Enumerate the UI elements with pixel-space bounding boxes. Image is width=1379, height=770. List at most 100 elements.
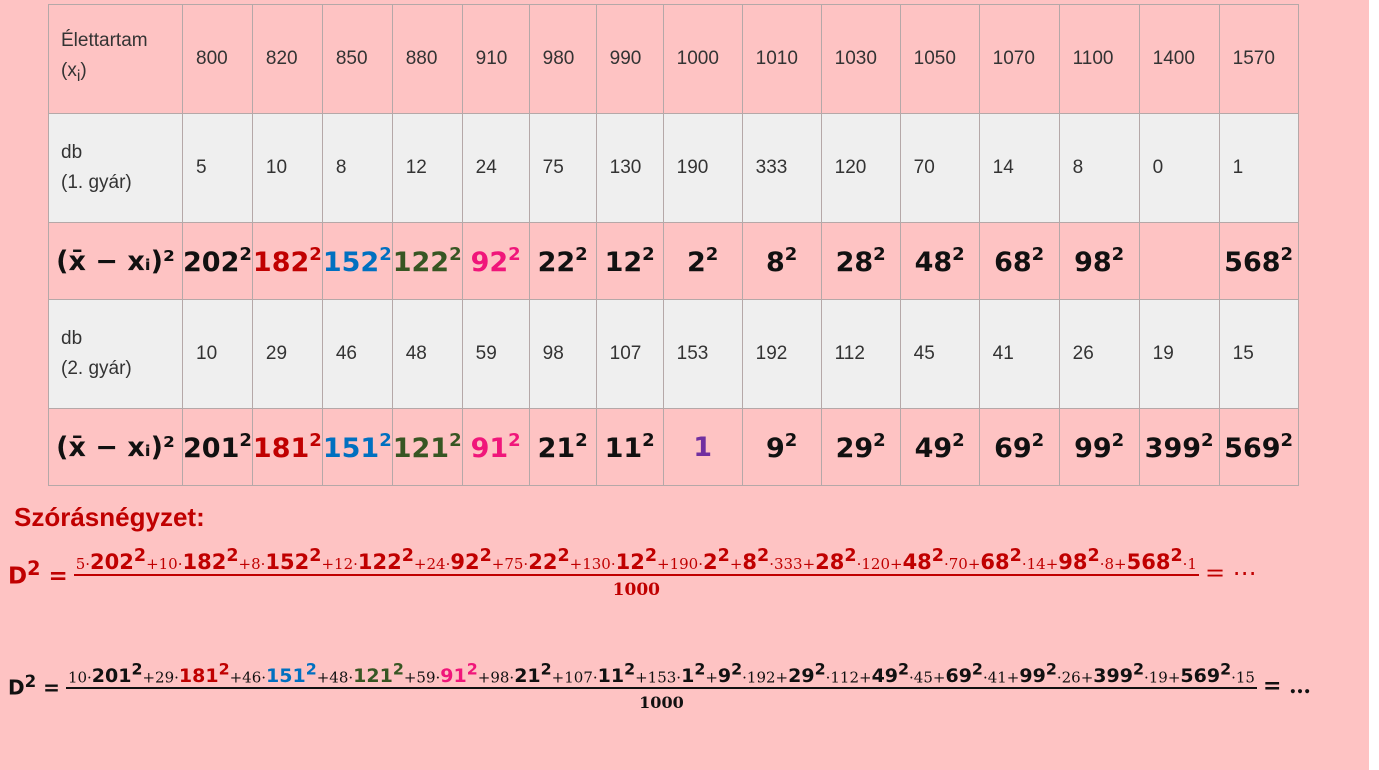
sq1_bases-base: 12 <box>604 247 643 278</box>
sq2_bases-cell: 92 <box>741 408 822 486</box>
sq1_bases-exp: 2 <box>952 244 965 265</box>
sq1_bases-exp: 2 <box>705 244 719 265</box>
db2_values-cell: 45 <box>899 299 980 409</box>
db1-label: db (1. gyár) <box>48 113 183 223</box>
sq1_bases-cell: 482 <box>899 222 980 300</box>
sq1_bases-cell: 222 <box>528 222 597 300</box>
sq1_bases-cell: 922 <box>461 222 530 300</box>
sq2_bases-base: 91 <box>470 433 509 464</box>
sq2-label: (x̄ − xᵢ)² <box>48 408 183 486</box>
sq1_bases-base: 8 <box>765 247 785 278</box>
db2_values-cell: 15 <box>1218 299 1299 409</box>
right-margin <box>1369 0 1379 770</box>
db1_values-cell: 130 <box>595 113 664 223</box>
sq1_bases-exp: 2 <box>1031 244 1045 265</box>
db1-row: db (1. gyár) 5 10 8 12 24 75 130 190 333 120 70 14 8… <box>48 113 1299 223</box>
x_values-cell: 880 <box>391 4 463 114</box>
sq1_bases-exp: 2 <box>508 244 521 265</box>
db2_values-cell: 59 <box>461 299 530 409</box>
sq1_bases-cell: 22 <box>662 222 743 300</box>
sq1_bases-exp: 2 <box>239 244 252 265</box>
sq2_bases-exp: 2 <box>952 430 965 451</box>
sq1_bases-cell: 682 <box>978 222 1060 300</box>
db2_values-cell: 153 <box>662 299 743 409</box>
sq2_bases-cell: 292 <box>820 408 901 486</box>
close-paren: ) <box>80 60 87 82</box>
sq1_bases-cell: 82 <box>741 222 822 300</box>
header-row: Élettartam (xi) 800 820 850 880 910 980 990 100… <box>48 4 1299 114</box>
variance-formula-2: D2 = 10·2012+29·1812+46·1512+48·1212+59·… <box>8 660 1311 712</box>
eq2-fraction: 10·2012+29·1812+46·1512+48·1212+59·912+9… <box>65 660 1257 712</box>
sq2_bases-cell: 492 <box>899 408 980 486</box>
eq2-rhs: = … <box>1262 673 1312 700</box>
x_values-cell: 820 <box>251 4 323 114</box>
db2_values-cell: 10 <box>182 299 253 409</box>
x_values-cell: 1030 <box>820 4 901 114</box>
sq2_bases-base: 569 <box>1224 433 1281 464</box>
sq1_bases-cell: 1522 <box>321 222 393 300</box>
sq2_bases-cell: 5692 <box>1218 408 1299 486</box>
sq2_bases-base: 69 <box>994 433 1032 464</box>
db1-label-line2: (1. gyár) <box>61 172 132 193</box>
sq2_bases-cell: 692 <box>978 408 1060 486</box>
db2_values-cell: 41 <box>978 299 1060 409</box>
sq2_bases-cell: 112 <box>595 408 664 486</box>
db2_values-cell: 26 <box>1058 299 1140 409</box>
sq1_bases-exp: 2 <box>1280 244 1294 265</box>
db2_values-cell: 29 <box>251 299 323 409</box>
eq2-lhs: D2 = <box>8 672 60 700</box>
db2_values-cell: 46 <box>321 299 393 409</box>
sq2_bases-cell: 1212 <box>391 408 463 486</box>
sq1_bases-base: 182 <box>252 247 310 278</box>
eq1-fraction-bar <box>73 574 1199 576</box>
x_values-cell: 980 <box>528 4 597 114</box>
sq1_bases-base: 28 <box>835 247 874 278</box>
db2-label-line1: db <box>61 328 83 349</box>
db2_values-cell: 48 <box>391 299 463 409</box>
sq2_bases-base: 399 <box>1144 433 1202 464</box>
db2_values-cell: 98 <box>528 299 597 409</box>
sq2_bases-base: 49 <box>914 433 953 464</box>
x_values-cell: 910 <box>461 4 530 114</box>
sq2_bases-exp: 2 <box>449 430 462 451</box>
sq1_bases-base: 568 <box>1224 247 1281 278</box>
db1_values-cell: 75 <box>528 113 597 223</box>
eq1-d: D <box>8 563 28 590</box>
x_values-cell: 1570 <box>1218 4 1299 114</box>
sq1_bases-exp: 2 <box>642 244 655 265</box>
section-title: Szórásnégyzet: <box>14 502 205 532</box>
db1_values-cell: 10 <box>251 113 323 223</box>
sq2_bases-cell: 912 <box>461 408 530 486</box>
sq2_bases-base: 9 <box>765 433 785 464</box>
sq2_bases-cell: 1 <box>662 408 743 486</box>
variance-formula-1: D2 = 5·2022+10·1822+8·1522+12·1222+24·92… <box>8 546 1257 600</box>
sq2_bases-base: 121 <box>392 433 450 464</box>
sq1_bases-cell: 5682 <box>1218 222 1299 300</box>
sq2_bases-cell: 3992 <box>1138 408 1220 486</box>
db1_values-cell: 24 <box>461 113 530 223</box>
db1_values-cell: 120 <box>820 113 901 223</box>
eq2-numerator: 10·2012+29·1812+46·1512+48·1212+59·912+9… <box>67 660 1255 688</box>
db1-label-line1: db <box>61 142 83 163</box>
sq1_bases-cell: 1822 <box>251 222 323 300</box>
sq1_bases-cell: 982 <box>1058 222 1140 300</box>
sq2_bases-exp: 2 <box>239 430 252 451</box>
sq2_bases-exp: 2 <box>642 430 655 451</box>
sq2_bases-base: 201 <box>183 433 240 464</box>
sq1_bases-base: 152 <box>322 247 380 278</box>
x_values-cell: 800 <box>182 4 253 114</box>
sq2_bases-cell: 2012 <box>182 408 253 486</box>
sq1_bases-exp: 2 <box>784 244 798 265</box>
eq2-lhs-exp: 2 <box>24 672 37 692</box>
header-label-line1: Élettartam <box>61 30 148 52</box>
sq1_bases-base: 2 <box>686 247 706 278</box>
sq2_bases-base: 1 <box>693 431 713 463</box>
sq2_bases-cell: 1512 <box>321 408 393 486</box>
sq2_bases-cell: 1812 <box>251 408 323 486</box>
db1_values-cell: 12 <box>391 113 463 223</box>
db2-row: db (2. gyár) 10 29 46 48 59 98 107 153 192 112 45 4… <box>48 299 1299 409</box>
sq1_bases-exp: 2 <box>1111 244 1125 265</box>
sq1_bases-base: 48 <box>914 247 953 278</box>
sq2_bases-exp: 2 <box>379 430 392 451</box>
sq2_bases-exp: 2 <box>309 430 322 451</box>
